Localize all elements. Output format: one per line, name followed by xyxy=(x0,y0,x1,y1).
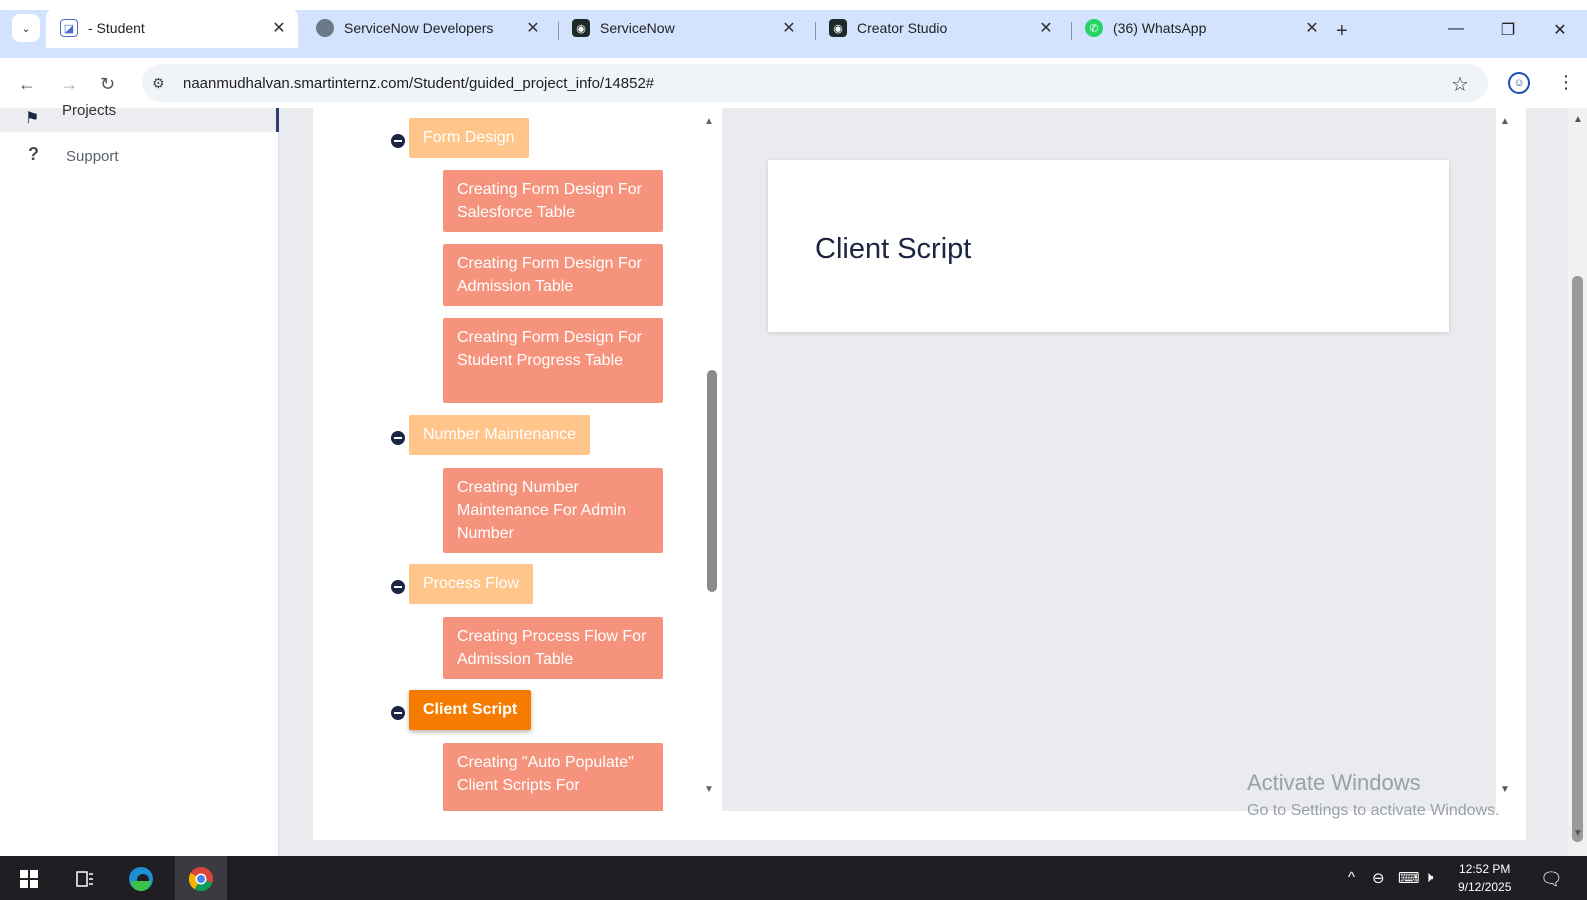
scroll-up-icon[interactable]: ▲ xyxy=(704,116,714,127)
content-title: Client Script xyxy=(815,233,972,265)
bookmark-star-icon[interactable]: ☆ xyxy=(1451,72,1469,97)
battery-icon[interactable]: ⊖ xyxy=(1372,869,1385,887)
section-label: Number Maintenance xyxy=(423,426,576,443)
collapse-icon[interactable] xyxy=(391,134,405,148)
sidebar-item-projects[interactable]: ⚑ Projects xyxy=(0,102,279,132)
tab-title: (36) WhatsApp xyxy=(1113,20,1207,36)
screen: ⌄ ◪ - Student ✕ ServiceNow Developers ✕ … xyxy=(0,0,1587,900)
scrollbar-thumb[interactable] xyxy=(707,370,717,592)
tree-leaf[interactable]: Creating Form Design For Admission Table xyxy=(443,244,663,306)
new-tab-button[interactable]: + xyxy=(1336,20,1348,43)
restore-button[interactable]: ❐ xyxy=(1488,20,1528,40)
tree-leaf[interactable]: Creating Form Design For Salesforce Tabl… xyxy=(443,170,663,232)
leaf-label: Creating "Auto Populate" Client Scripts … xyxy=(457,754,634,794)
content-card: Client Script xyxy=(768,160,1449,332)
tab-servicenow[interactable]: ◉ ServiceNow ✕ xyxy=(558,8,808,48)
tab-title: ServiceNow Developers xyxy=(344,20,494,36)
clock-time: 12:52 PM xyxy=(1459,862,1511,876)
profile-icon[interactable]: ☺ xyxy=(1508,72,1530,94)
minimize-button[interactable]: — xyxy=(1436,20,1476,38)
tab-title: - Student xyxy=(88,20,145,36)
leaf-label: Creating Form Design For Student Progres… xyxy=(457,329,642,369)
sidebar-item-label: Support xyxy=(66,148,119,165)
browser-menu-icon[interactable]: ⋮ xyxy=(1557,72,1575,93)
section-label: Process Flow xyxy=(423,575,520,592)
watermark-title: Activate Windows xyxy=(1247,770,1421,795)
whatsapp-icon: ✆ xyxy=(1085,19,1103,37)
forward-button[interactable]: → xyxy=(60,74,78,95)
tree-leaf[interactable]: Creating Process Flow For Admission Tabl… xyxy=(443,617,663,679)
collapse-icon[interactable] xyxy=(391,580,405,594)
scroll-down-icon[interactable]: ▼ xyxy=(704,784,714,795)
chrome-icon[interactable] xyxy=(188,866,214,892)
site-info-icon[interactable]: ⚙ xyxy=(152,75,165,92)
taskbar-clock[interactable]: 12:52 PM 9/12/2025 xyxy=(1458,860,1511,896)
tab-title: Creator Studio xyxy=(857,20,948,36)
scroll-up-icon[interactable]: ▲ xyxy=(1573,114,1583,125)
tree-section-process-flow[interactable]: Process Flow xyxy=(409,564,534,604)
watermark-subtitle: Go to Settings to activate Windows. xyxy=(1247,802,1500,819)
creator-studio-icon: ◉ xyxy=(829,19,847,37)
tree-section-client-script[interactable]: Client Script xyxy=(409,690,532,730)
tab-student[interactable]: ◪ - Student ✕ xyxy=(46,8,298,48)
leaf-label: Creating Process Flow For Admission Tabl… xyxy=(457,628,647,668)
tab-search-button[interactable]: ⌄ xyxy=(12,14,40,42)
network-icon[interactable]: ⌨ xyxy=(1398,869,1420,887)
sidebar: ⚑ Projects ? Support xyxy=(0,102,279,856)
servicenow-dev-icon xyxy=(316,19,334,37)
leaf-label: Creating Form Design For Salesforce Tabl… xyxy=(457,181,642,221)
windows-start-icon[interactable] xyxy=(16,866,42,892)
scrollbar-thumb[interactable] xyxy=(1572,276,1583,842)
edge-icon[interactable] xyxy=(128,866,154,892)
tree-leaf[interactable]: Creating "Auto Populate" Client Scripts … xyxy=(443,743,663,811)
reload-button[interactable]: ↻ xyxy=(100,74,115,95)
tree-scrollbar[interactable]: ▲ ▼ xyxy=(700,108,720,811)
url-text[interactable]: naanmudhalvan.smartinternz.com/Student/g… xyxy=(183,75,654,92)
activate-windows-watermark: Activate Windows Go to Settings to activ… xyxy=(1247,770,1500,820)
bookmark-icon: ⚑ xyxy=(25,110,40,127)
tab-whatsapp[interactable]: ✆ (36) WhatsApp ✕ xyxy=(1071,8,1331,48)
collapse-icon[interactable] xyxy=(391,706,405,720)
scroll-up-icon[interactable]: ▲ xyxy=(1500,116,1510,127)
close-icon[interactable]: ✕ xyxy=(522,18,544,38)
close-icon[interactable]: ✕ xyxy=(778,18,800,38)
section-label: Client Script xyxy=(423,701,518,718)
sidebar-item-label: Projects xyxy=(62,102,117,119)
sidebar-item-support[interactable]: ? Support xyxy=(0,144,279,170)
milestone-tree: Form Design Creating Form Design For Sal… xyxy=(313,108,720,811)
tab-servicenow-developers[interactable]: ServiceNow Developers ✕ xyxy=(302,8,552,48)
close-icon[interactable]: ✕ xyxy=(1301,18,1323,38)
clock-date: 9/12/2025 xyxy=(1458,880,1512,894)
tab-creator-studio[interactable]: ◉ Creator Studio ✕ xyxy=(815,8,1065,48)
back-button[interactable]: ← xyxy=(18,74,36,95)
close-icon[interactable]: ✕ xyxy=(268,18,290,38)
page-icon: ◪ xyxy=(60,19,78,37)
tab-title: ServiceNow xyxy=(600,20,675,36)
volume-muted-icon[interactable]: 🕨 xyxy=(1424,869,1433,886)
task-view-icon[interactable] xyxy=(72,866,98,892)
question-icon: ? xyxy=(28,144,39,164)
page: ⚑ Projects ? Support Form Design Creatin… xyxy=(0,102,1587,856)
window-close-button[interactable]: ✕ xyxy=(1540,20,1580,40)
section-label: Form Design xyxy=(423,129,515,146)
scroll-down-icon[interactable]: ▼ xyxy=(1573,828,1583,839)
tree-section-form-design[interactable]: Form Design xyxy=(409,118,529,158)
servicenow-icon: ◉ xyxy=(572,19,590,37)
page-scrollbar[interactable]: ▲ ▼ xyxy=(1568,108,1587,856)
tree-leaf[interactable]: Creating Form Design For Student Progres… xyxy=(443,318,663,403)
leaf-label: Creating Number Maintenance For Admin Nu… xyxy=(457,479,626,542)
tray-chevron-icon[interactable]: ^ xyxy=(1348,869,1355,886)
tree-section-number-maintenance[interactable]: Number Maintenance xyxy=(409,415,590,455)
tree-leaf[interactable]: Creating Number Maintenance For Admin Nu… xyxy=(443,468,663,553)
scroll-down-icon[interactable]: ▼ xyxy=(1500,784,1510,795)
leaf-label: Creating Form Design For Admission Table xyxy=(457,255,642,295)
notifications-icon[interactable]: 🗨 xyxy=(1540,869,1563,890)
collapse-icon[interactable] xyxy=(391,431,405,445)
close-icon[interactable]: ✕ xyxy=(1035,18,1057,38)
